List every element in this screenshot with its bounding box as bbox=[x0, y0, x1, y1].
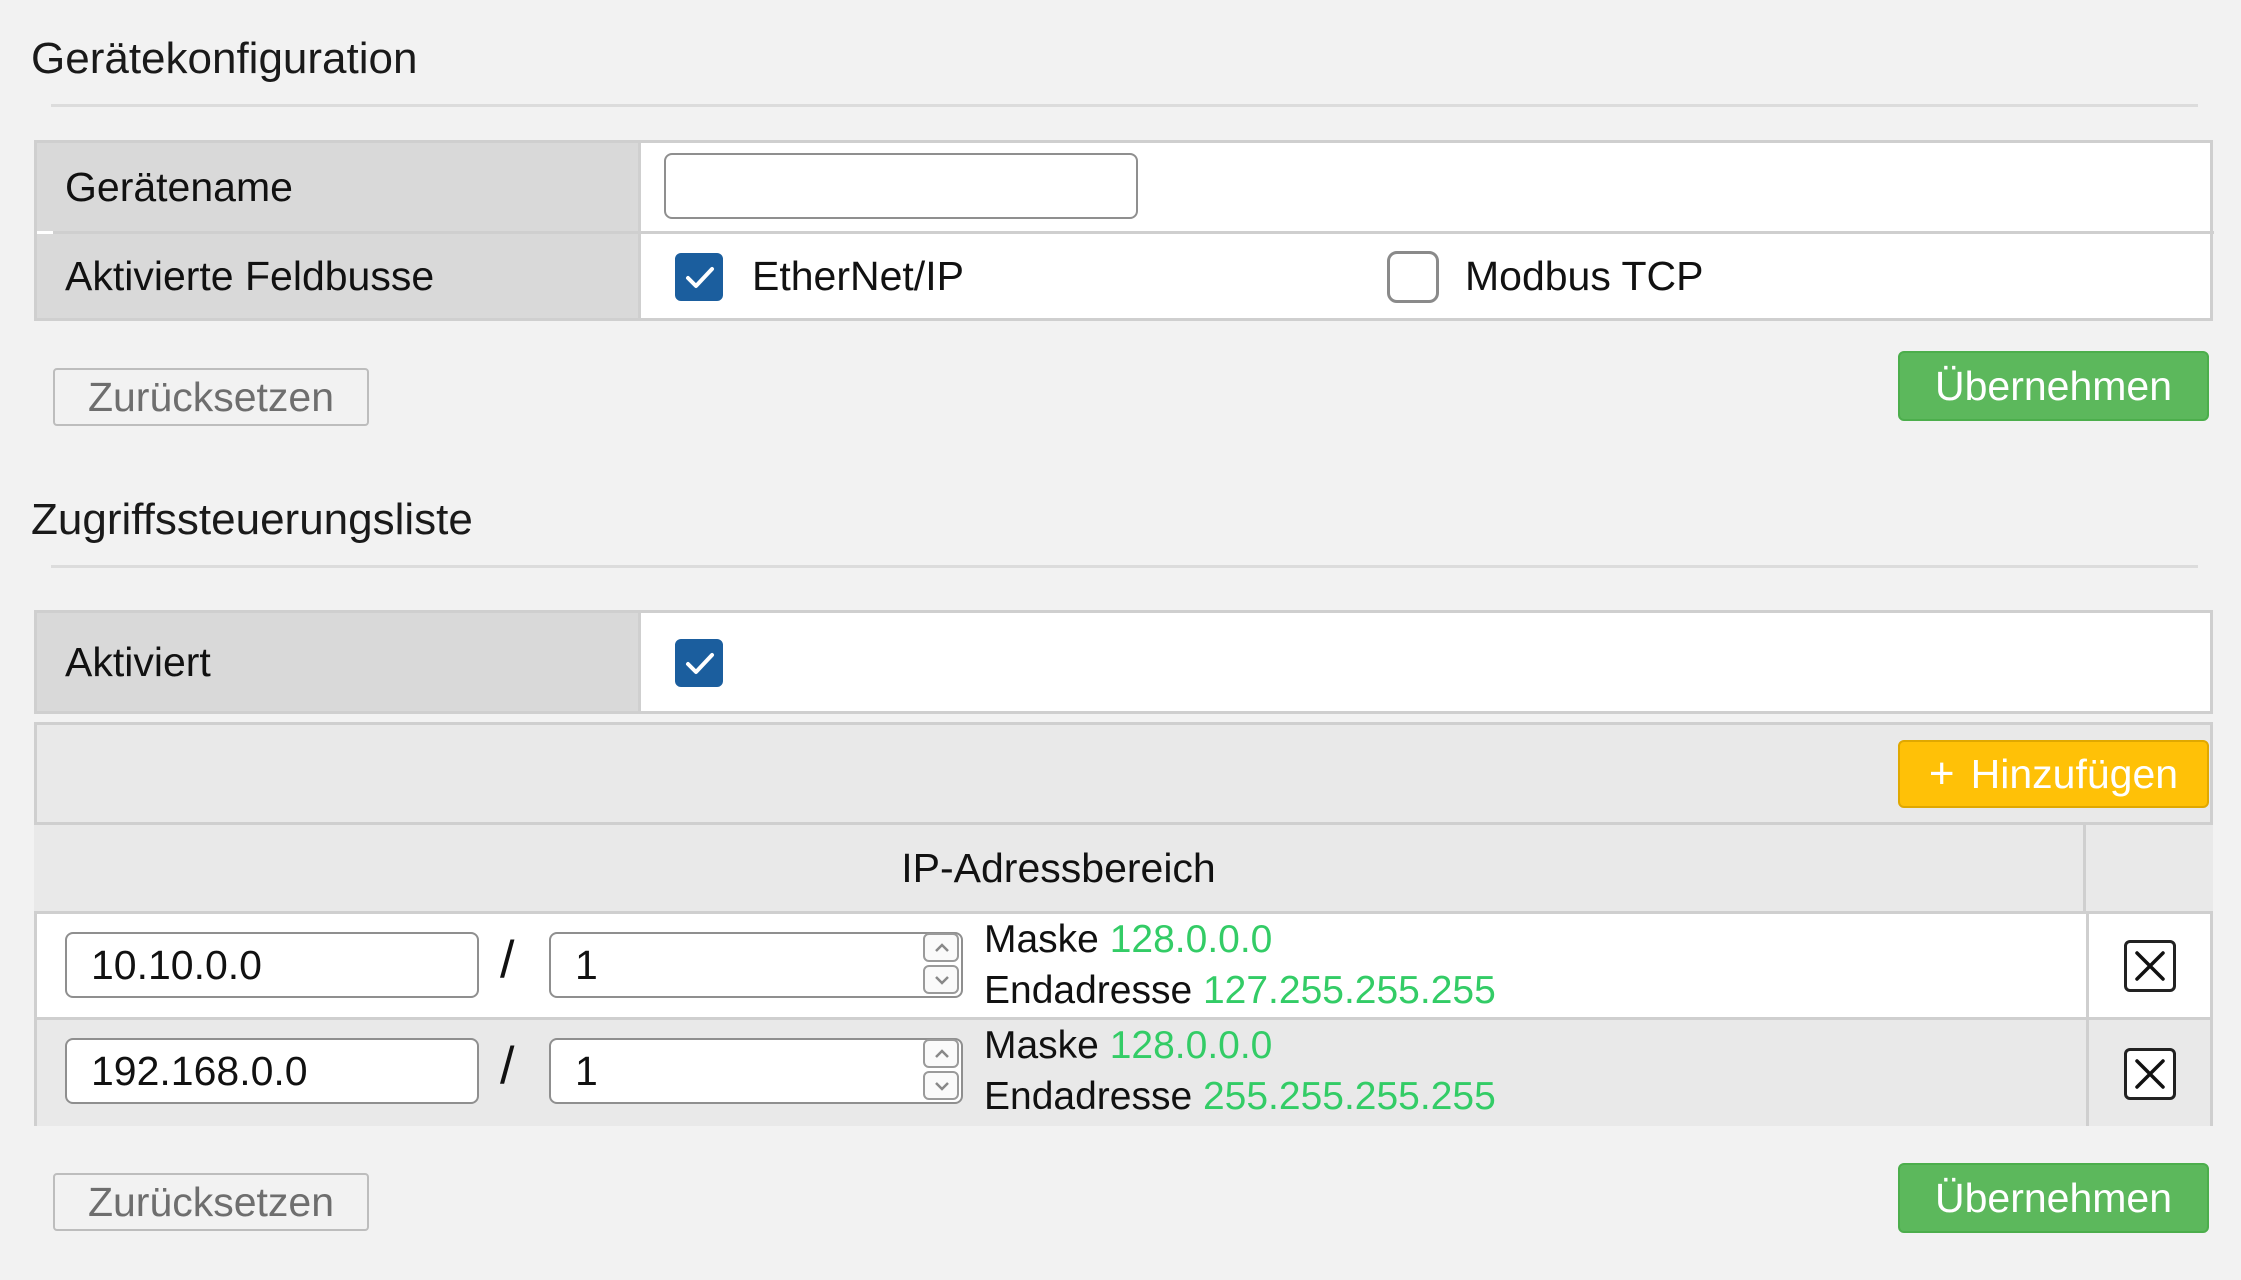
prefix-separator: / bbox=[500, 1037, 515, 1095]
close-icon bbox=[2135, 951, 2165, 981]
ip-range-column-header: IP-Adressbereich bbox=[34, 825, 2086, 911]
delete-row-button[interactable] bbox=[2124, 1048, 2176, 1100]
mask-label: Maske bbox=[984, 918, 1099, 961]
mask-value: 128.0.0.0 bbox=[1109, 918, 1273, 961]
acl-enabled-panel: Aktiviert bbox=[34, 610, 2213, 714]
acl-enabled-checkbox[interactable] bbox=[675, 639, 723, 687]
prefix-length-input[interactable] bbox=[549, 932, 963, 998]
mask-info: Maske 128.0.0.0 bbox=[984, 1024, 1272, 1068]
mask-value: 128.0.0.0 bbox=[1109, 1024, 1273, 1067]
checkmark-icon bbox=[686, 267, 714, 288]
chevron-down-icon bbox=[935, 976, 949, 985]
device-name-label: Gerätename bbox=[37, 143, 641, 231]
end-address-info: Endadresse 127.255.255.255 bbox=[984, 969, 1496, 1013]
end-address-value: 127.255.255.255 bbox=[1202, 969, 1496, 1012]
mask-label: Maske bbox=[984, 1024, 1099, 1067]
chevron-down-icon bbox=[935, 1082, 949, 1091]
ip-address-input[interactable] bbox=[65, 932, 479, 998]
prefix-stepper bbox=[923, 933, 963, 997]
close-icon bbox=[2135, 1059, 2165, 1089]
device-config-apply-button[interactable]: Übernehmen bbox=[1898, 351, 2209, 421]
checkmark-icon bbox=[686, 653, 714, 674]
acl-enabled-label: Aktiviert bbox=[37, 613, 641, 711]
prefix-separator: / bbox=[500, 931, 515, 989]
chevron-up-icon bbox=[935, 943, 949, 952]
fieldbus-label: Aktivierte Feldbusse bbox=[37, 234, 641, 318]
ethernet-ip-checkbox[interactable] bbox=[675, 253, 723, 301]
modbus-tcp-label: Modbus TCP bbox=[1465, 253, 1704, 299]
end-address-label: Endadresse bbox=[984, 969, 1193, 1012]
modbus-tcp-checkbox[interactable] bbox=[1387, 251, 1439, 303]
mask-info: Maske 128.0.0.0 bbox=[984, 918, 1272, 962]
acl-table-header: IP-Adressbereich bbox=[34, 822, 2213, 914]
acl-title: Zugriffssteuerungsliste bbox=[31, 495, 473, 544]
end-address-value: 255.255.255.255 bbox=[1202, 1075, 1496, 1118]
device-config-title: Gerätekonfiguration bbox=[31, 34, 418, 83]
prefix-length-input[interactable] bbox=[549, 1038, 963, 1104]
stepper-down-button[interactable] bbox=[923, 965, 959, 994]
stepper-up-button[interactable] bbox=[923, 933, 959, 962]
device-config-divider bbox=[51, 104, 2198, 107]
prefix-stepper bbox=[923, 1039, 963, 1103]
device-config-reset-button[interactable]: Zurücksetzen bbox=[53, 368, 369, 426]
ip-address-input[interactable] bbox=[65, 1038, 479, 1104]
device-config-panel: Gerätename Aktivierte Feldbusse EtherNet… bbox=[34, 140, 2214, 321]
acl-apply-button[interactable]: Übernehmen bbox=[1898, 1163, 2209, 1233]
stepper-up-button[interactable] bbox=[923, 1039, 959, 1068]
acl-divider bbox=[51, 565, 2198, 568]
add-range-button[interactable]: + Hinzufügen bbox=[1898, 740, 2209, 808]
stepper-down-button[interactable] bbox=[923, 1071, 959, 1100]
acl-reset-button[interactable]: Zurücksetzen bbox=[53, 1173, 369, 1231]
delete-row-button[interactable] bbox=[2124, 940, 2176, 992]
plus-icon: + bbox=[1928, 749, 1955, 798]
end-address-info: Endadresse 255.255.255.255 bbox=[984, 1075, 1496, 1119]
add-range-label: Hinzufügen bbox=[1970, 750, 2179, 797]
ethernet-ip-label: EtherNet/IP bbox=[752, 253, 964, 299]
device-name-input[interactable] bbox=[664, 153, 1138, 219]
end-address-label: Endadresse bbox=[984, 1075, 1193, 1118]
chevron-up-icon bbox=[935, 1049, 949, 1058]
